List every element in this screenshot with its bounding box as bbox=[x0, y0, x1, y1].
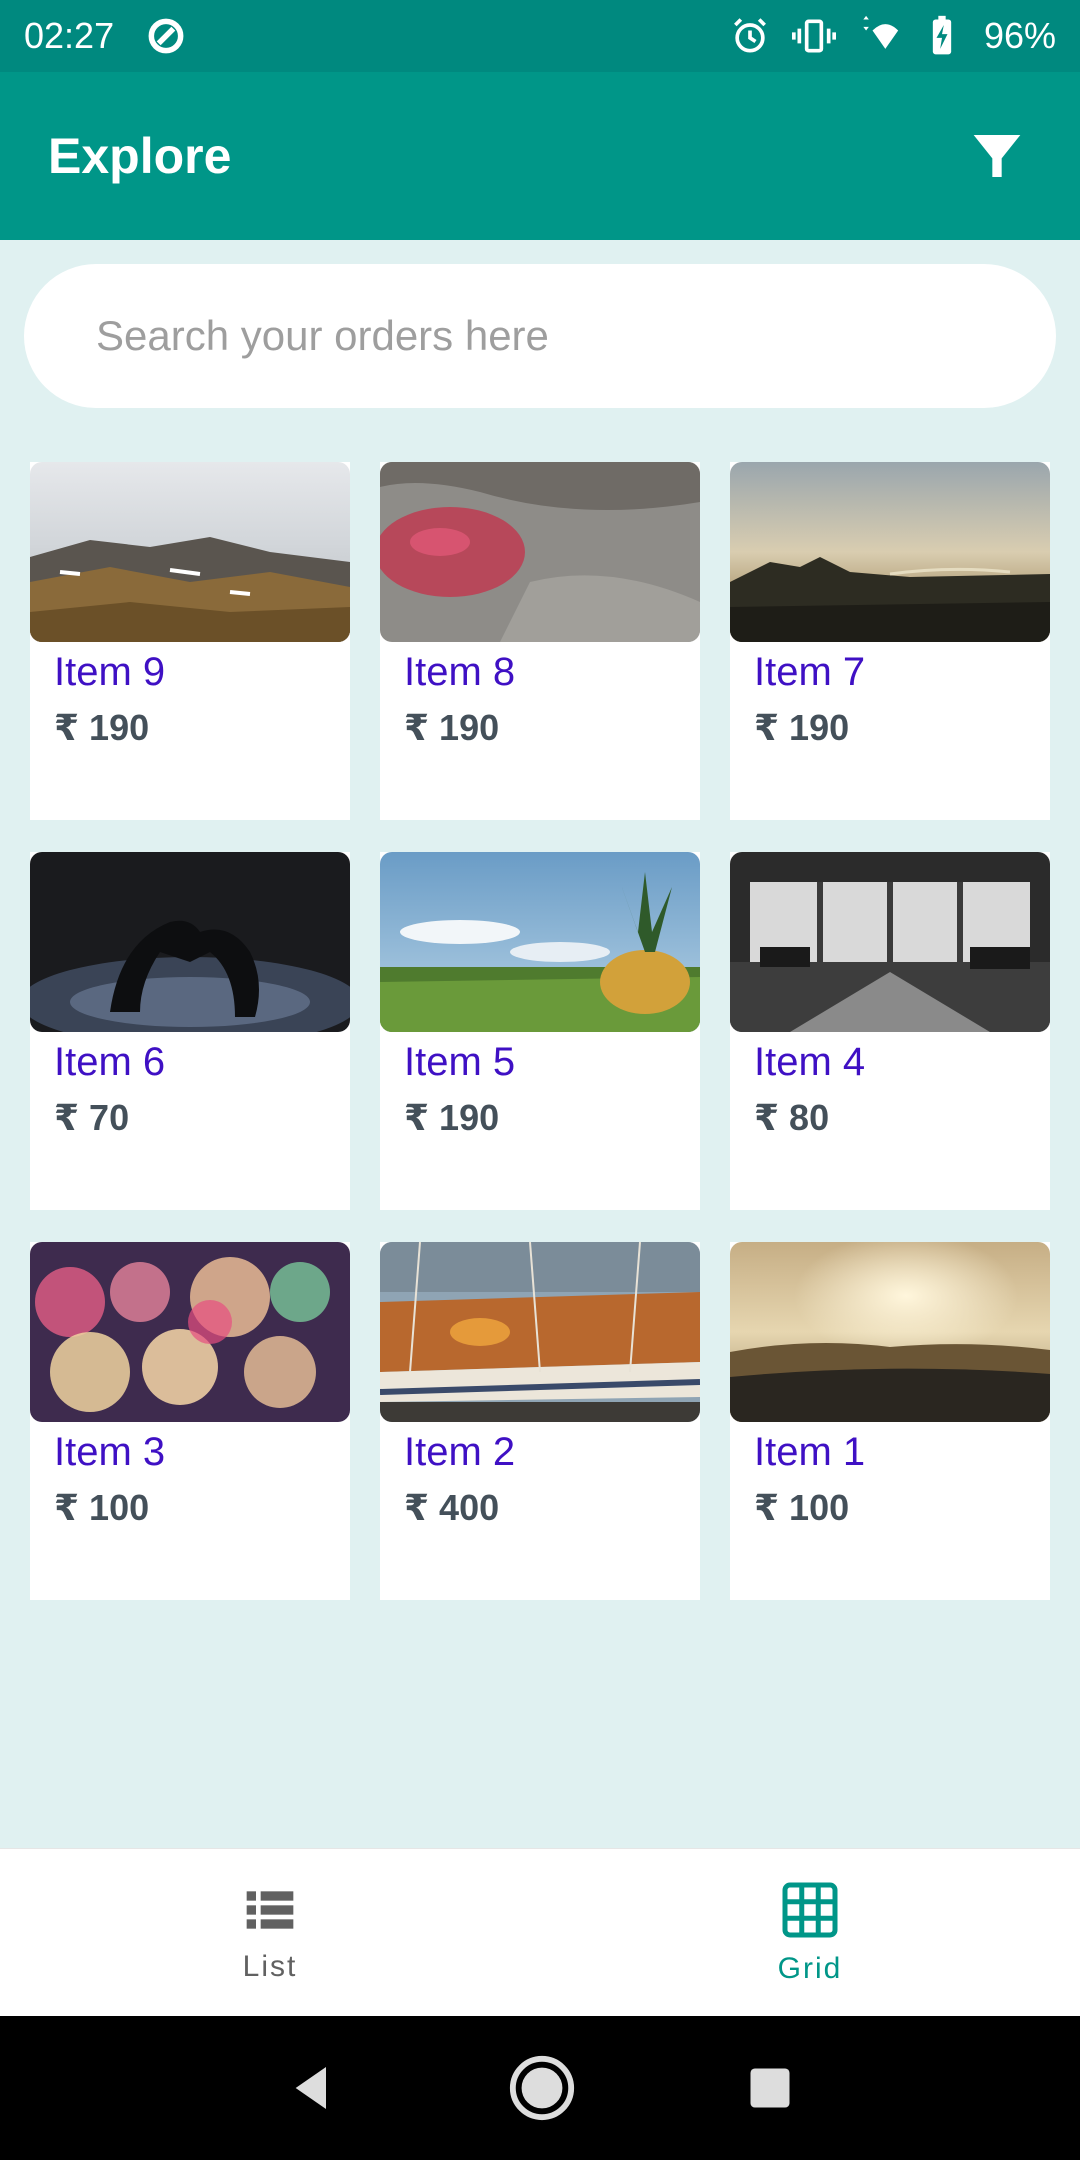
vibrate-icon bbox=[791, 14, 836, 58]
page-title: Explore bbox=[48, 128, 232, 184]
item-card[interactable]: Item 1 ₹ 100 bbox=[730, 1242, 1050, 1600]
item-card[interactable]: Item 8 ₹ 190 bbox=[380, 462, 700, 820]
item-image bbox=[730, 852, 1050, 1032]
item-name: Item 6 bbox=[54, 1040, 166, 1084]
item-name: Item 2 bbox=[404, 1430, 516, 1474]
data-saver-icon bbox=[144, 14, 188, 58]
recents-icon[interactable] bbox=[744, 2062, 796, 2114]
filter-icon bbox=[973, 135, 1021, 177]
grid-icon bbox=[782, 1882, 838, 1937]
item-price: ₹ 190 bbox=[404, 707, 500, 748]
item-image bbox=[30, 1242, 350, 1422]
item-image bbox=[30, 852, 350, 1032]
item-image bbox=[380, 1242, 700, 1422]
item-card[interactable]: Item 2 ₹ 400 bbox=[380, 1242, 700, 1600]
filter-button[interactable] bbox=[962, 121, 1032, 191]
item-card[interactable]: Item 7 ₹ 190 bbox=[730, 462, 1050, 820]
item-name: Item 5 bbox=[404, 1040, 516, 1084]
battery-percent: 96% bbox=[983, 15, 1056, 56]
item-name: Item 1 bbox=[754, 1430, 866, 1474]
home-icon[interactable] bbox=[507, 2053, 577, 2123]
search-input[interactable] bbox=[96, 312, 984, 360]
item-price: ₹ 70 bbox=[54, 1097, 130, 1138]
item-image bbox=[380, 462, 700, 642]
status-bar: 02:27 96% bbox=[0, 0, 1080, 72]
battery-icon bbox=[920, 14, 964, 58]
item-card[interactable]: Item 4 ₹ 80 bbox=[730, 852, 1050, 1210]
item-price: ₹ 190 bbox=[54, 707, 150, 748]
search-bar[interactable] bbox=[24, 264, 1056, 408]
wifi-icon bbox=[856, 14, 900, 58]
list-icon bbox=[246, 1890, 294, 1929]
app-bar: Explore bbox=[0, 72, 1080, 240]
item-name: Item 7 bbox=[754, 650, 866, 694]
alarm-icon bbox=[728, 14, 772, 58]
item-price: ₹ 190 bbox=[754, 707, 850, 748]
back-icon[interactable] bbox=[284, 2060, 340, 2116]
nav-tab-list-label: List bbox=[242, 1949, 298, 1983]
item-image bbox=[380, 852, 700, 1032]
item-card[interactable]: Item 3 ₹ 100 bbox=[30, 1242, 350, 1600]
bottom-navigation: List Grid bbox=[0, 1848, 1080, 2016]
item-name: Item 3 bbox=[54, 1430, 166, 1474]
item-name: Item 9 bbox=[54, 650, 166, 694]
item-image bbox=[730, 1242, 1050, 1422]
item-card[interactable]: Item 6 ₹ 70 bbox=[30, 852, 350, 1210]
item-price: ₹ 80 bbox=[754, 1097, 830, 1138]
nav-tab-grid-label: Grid bbox=[777, 1951, 843, 1985]
item-price: ₹ 100 bbox=[54, 1487, 150, 1528]
item-price: ₹ 190 bbox=[404, 1097, 500, 1138]
item-image bbox=[30, 462, 350, 642]
item-card[interactable]: Item 9 ₹ 190 bbox=[30, 462, 350, 820]
nav-tab-grid[interactable]: Grid bbox=[540, 1849, 1080, 2016]
item-grid: Item 9 ₹ 190 Item 8 ₹ 190 Item 7 ₹ 190 I… bbox=[30, 462, 1050, 1600]
item-price: ₹ 100 bbox=[754, 1487, 850, 1528]
status-time: 02:27 bbox=[24, 15, 115, 56]
item-card[interactable]: Item 5 ₹ 190 bbox=[380, 852, 700, 1210]
item-name: Item 4 bbox=[754, 1040, 866, 1084]
nav-tab-list[interactable]: List bbox=[0, 1849, 540, 2016]
item-price: ₹ 400 bbox=[404, 1487, 500, 1528]
system-navigation-bar bbox=[0, 2016, 1080, 2160]
item-name: Item 8 bbox=[404, 650, 516, 694]
item-image bbox=[730, 462, 1050, 642]
